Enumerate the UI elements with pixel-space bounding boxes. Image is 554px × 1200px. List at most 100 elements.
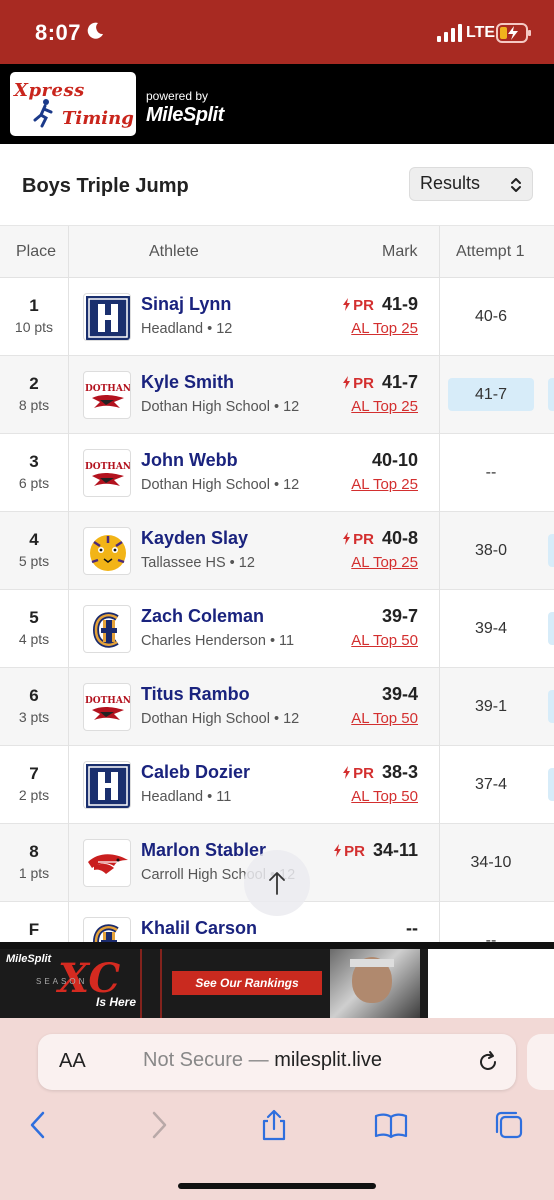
text-size-button[interactable]: AA: [59, 1050, 86, 1073]
mark-value: 41-9: [381, 294, 418, 314]
athlete-school: Dothan High School • 12: [141, 711, 300, 727]
reload-icon[interactable]: [476, 1050, 500, 1074]
arrow-up-icon: [269, 872, 285, 895]
attempt1-cell: 34-10: [470, 854, 512, 871]
share-icon[interactable]: [257, 1108, 291, 1142]
place-points: 5 pts: [18, 553, 50, 569]
page-title: Boys Triple Jump: [22, 175, 189, 197]
state-rank-link[interactable]: AL Top 50: [351, 710, 418, 727]
table-row[interactable]: 1 10 pts Sinaj Lynn Headland • 12 PR 41-9 AL T…: [0, 278, 554, 356]
dothan-logo[interactable]: DOTHAN: [83, 683, 131, 731]
tabs-icon[interactable]: [492, 1108, 526, 1142]
athlete-name-link[interactable]: Kayden Slay: [141, 528, 248, 549]
pr-badge: PR: [342, 375, 374, 392]
place-points: 6 pts: [18, 475, 50, 491]
mark-value: 38-3: [381, 762, 418, 782]
results-table-header: Place Athlete Mark Attempt 1: [0, 226, 554, 278]
attempt1-cell: 40-6: [474, 308, 508, 325]
carroll-logo[interactable]: [83, 839, 131, 887]
mark-cell: --: [406, 918, 418, 939]
next-tab-peek[interactable]: [527, 1034, 554, 1090]
dothan-logo[interactable]: DOTHAN: [83, 371, 131, 419]
milesplit-logo[interactable]: MileSplit: [146, 104, 224, 127]
mark-value: 40-8: [381, 528, 418, 548]
place-points: 2 pts: [18, 787, 50, 803]
athlete-school: Dothan High School • 12: [141, 477, 300, 493]
athlete-name-link[interactable]: Titus Rambo: [141, 684, 250, 705]
mark-value: 41-7: [381, 372, 418, 392]
ad-blank-area: [428, 949, 554, 1018]
athlete-school: Dothan High School • 12: [141, 399, 300, 415]
bolt-icon: [334, 844, 342, 857]
mark-cell: 39-7 AL Top 50: [351, 606, 418, 649]
column-header-place[interactable]: Place: [16, 243, 56, 261]
athlete-name-link[interactable]: Khalil Carson: [141, 918, 257, 939]
dothan-logo[interactable]: DOTHAN: [83, 449, 131, 497]
xpress-timing-logo[interactable]: Xpress Timing: [10, 72, 136, 136]
state-rank-link[interactable]: AL Top 25: [342, 554, 418, 571]
attempt1-cell: 39-4: [474, 620, 508, 637]
ad-stripe: [140, 949, 142, 1018]
athlete-name-link[interactable]: Caleb Dozier: [141, 762, 250, 783]
bookmarks-icon[interactable]: [374, 1108, 408, 1142]
charles-henderson-logo[interactable]: [83, 605, 131, 653]
url-separator: —: [248, 1049, 269, 1071]
xc-season-ad[interactable]: MileSplit XC SEASON Is Here See Our Rank…: [0, 949, 428, 1018]
headland-logo[interactable]: [83, 293, 131, 341]
mark-cell: 40-10 AL Top 25: [351, 450, 418, 493]
scroll-to-top-button[interactable]: [244, 850, 310, 916]
state-rank-link[interactable]: AL Top 25: [351, 476, 418, 493]
view-select[interactable]: Results: [409, 167, 533, 201]
column-header-mark[interactable]: Mark: [382, 243, 418, 261]
forward-icon[interactable]: [141, 1108, 175, 1142]
home-indicator[interactable]: [178, 1183, 376, 1189]
place-number: 3: [29, 452, 39, 471]
address-bar[interactable]: AA Not Secure — milesplit.live: [38, 1034, 516, 1090]
state-rank-link[interactable]: AL Top 25: [342, 398, 418, 415]
column-header-athlete[interactable]: Athlete: [149, 243, 199, 261]
attempt2-cell-peek: [548, 612, 554, 645]
athlete-name-link[interactable]: Sinaj Lynn: [141, 294, 231, 315]
athlete-name-link[interactable]: Marlon Stabler: [141, 840, 266, 861]
table-row[interactable]: 3 6 pts DOTHAN John Webb Dothan High School …: [0, 434, 554, 512]
table-row[interactable]: 5 4 pts Zach Coleman Charles Henderson • 11…: [0, 590, 554, 668]
back-icon[interactable]: [22, 1108, 56, 1142]
tallassee-logo[interactable]: [83, 527, 131, 575]
see-rankings-button[interactable]: See Our Rankings: [172, 971, 322, 995]
athlete-school: Charles Henderson • 11: [141, 633, 295, 649]
network-label: LTE: [466, 24, 496, 41]
mark-cell: 39-4 AL Top 50: [351, 684, 418, 727]
headland-logo[interactable]: [83, 761, 131, 809]
place-number: 4: [29, 530, 39, 549]
attempt2-cell-peek: [548, 378, 554, 411]
table-row[interactable]: 2 8 pts DOTHAN Kyle Smith Dothan High School…: [0, 356, 554, 434]
athlete-school: Headland • 12: [141, 321, 233, 337]
athlete-name-link[interactable]: John Webb: [141, 450, 238, 471]
state-rank-link[interactable]: AL Top 25: [342, 320, 418, 337]
athlete-name-link[interactable]: Kyle Smith: [141, 372, 234, 393]
ad-photo-headband: [350, 959, 394, 967]
ad-athlete-photo: [330, 949, 420, 1018]
athlete-name-link[interactable]: Zach Coleman: [141, 606, 264, 627]
table-row[interactable]: 4 5 pts Kayden Slay Tallassee HS • 12 PR 40-8…: [0, 512, 554, 590]
table-row[interactable]: 6 3 pts DOTHAN Titus Rambo Dothan High Schoo…: [0, 668, 554, 746]
attempt2-cell-peek: [548, 534, 554, 567]
status-time: 8:07: [35, 20, 82, 45]
svg-text:DOTHAN: DOTHAN: [85, 462, 131, 472]
place-number: F: [28, 920, 40, 939]
battery-charging-icon: [496, 23, 531, 43]
place-points: 10 pts: [14, 319, 54, 335]
url-display[interactable]: Not Secure — milesplit.live: [143, 1049, 382, 1072]
bolt-icon: [343, 298, 351, 311]
view-select-value: Results: [420, 173, 481, 193]
ad-season: SEASON: [36, 977, 88, 986]
pr-label: PR: [353, 531, 374, 548]
attempt1-cell: 37-4: [474, 776, 508, 793]
table-row[interactable]: 7 2 pts Caleb Dozier Headland • 11 PR 38-3 AL …: [0, 746, 554, 824]
powered-by-label: powered by: [146, 89, 209, 103]
place-number: 2: [29, 374, 39, 393]
state-rank-link[interactable]: AL Top 50: [342, 788, 418, 805]
attempt1-cell: --: [485, 464, 497, 481]
state-rank-link[interactable]: AL Top 50: [351, 632, 418, 649]
column-header-attempt1[interactable]: Attempt 1: [456, 243, 524, 261]
